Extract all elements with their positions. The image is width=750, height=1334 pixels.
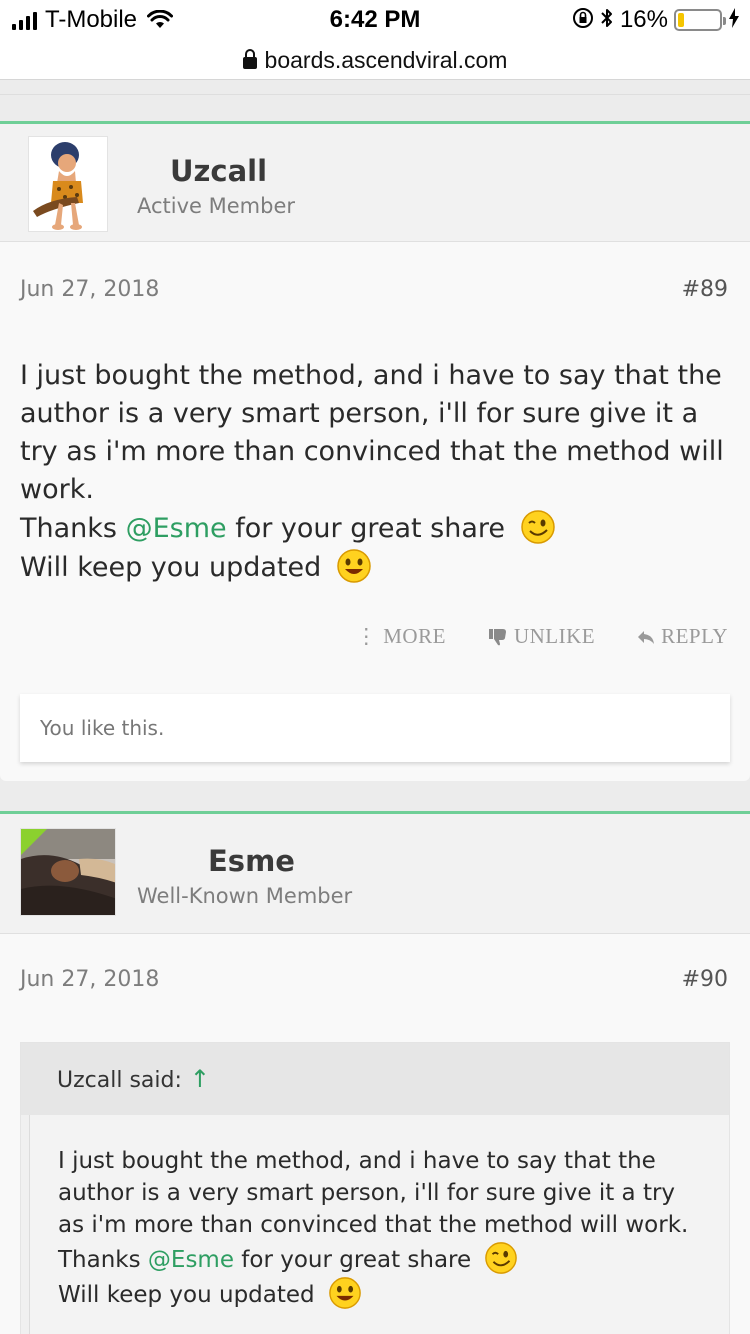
unlike-label: UNLIKE [513, 624, 596, 648]
post-text: for your great share [226, 513, 506, 544]
caveman-avatar-icon[interactable] [28, 136, 108, 232]
battery-icon [674, 9, 726, 31]
reply-arrow-icon [638, 630, 655, 644]
mention-link[interactable]: @Esme [126, 513, 227, 544]
lock-icon [242, 49, 257, 69]
mention-link[interactable]: @Esme [148, 1247, 234, 1273]
post: Esme Well-Known Member Jun 27, 2018 #90 … [0, 811, 750, 1334]
quote-line: Thanks [58, 1247, 148, 1273]
reply-button[interactable]: REPLY [637, 624, 728, 649]
smile-smiley-icon [337, 549, 371, 583]
quote-text: I just bought the method, and i have to … [58, 1145, 698, 1311]
smile-smiley-icon [329, 1277, 361, 1309]
wink-smiley-icon [520, 510, 555, 544]
post-header: Esme Well-Known Member [0, 814, 750, 934]
new-member-flag [21, 829, 47, 855]
profile-photo-avatar[interactable] [20, 828, 116, 916]
page-divider [0, 94, 750, 120]
post-date[interactable]: Jun 27, 2018 [20, 277, 159, 302]
wink-smiley-icon [485, 1242, 518, 1274]
quote-header: Uzcall said: ↑ [21, 1043, 729, 1115]
more-button[interactable]: ⋮ MORE [356, 624, 446, 649]
battery-percent: 16% [619, 6, 668, 33]
quote-block: Uzcall said: ↑ I just bought the method, … [20, 1042, 730, 1334]
status-bar: T-Mobile 6:42 PM 16% [0, 0, 750, 40]
post-body: I just bought the method, and i have to … [20, 357, 732, 587]
unlike-button[interactable]: UNLIKE [488, 624, 595, 649]
post-header: Uzcall Active Member [0, 124, 750, 242]
post-text: I just bought the method, and i have to … [20, 360, 724, 505]
post-text: Thanks [20, 513, 126, 544]
post-number[interactable]: #89 [682, 277, 728, 302]
thumbs-down-icon [488, 628, 506, 645]
post-number[interactable]: #90 [682, 967, 728, 992]
post-text: Will keep you updated [20, 552, 322, 583]
likes-text: You like this. [40, 716, 165, 740]
charging-bolt-icon [728, 7, 740, 33]
user-title: Active Member [137, 194, 296, 218]
jump-to-quote-icon[interactable]: ↑ [190, 1065, 210, 1093]
post-gap [0, 781, 750, 811]
reply-label: REPLY [661, 624, 728, 648]
user-title: Well-Known Member [137, 884, 353, 908]
username[interactable]: Uzcall [170, 154, 267, 188]
quote-line: Will keep you updated [58, 1282, 315, 1308]
page-divider [0, 80, 750, 94]
username[interactable]: Esme [208, 844, 295, 878]
likes-summary: You like this. [20, 694, 730, 762]
quote-line: for your great share [234, 1247, 472, 1273]
post-date[interactable]: Jun 27, 2018 [20, 967, 159, 992]
quote-author: Uzcall said: [57, 1068, 182, 1093]
quote-line: I just bought the method, and i have to … [58, 1148, 689, 1238]
more-label: MORE [383, 624, 446, 648]
more-vertical-icon: ⋮ [355, 624, 378, 648]
rotation-lock-icon [572, 7, 594, 34]
quote-body: I just bought the method, and i have to … [29, 1115, 729, 1334]
bluetooth-icon [600, 7, 614, 34]
url-text: boards.ascendviral.com [264, 47, 508, 73]
post: Uzcall Active Member Jun 27, 2018 #89 I … [0, 121, 750, 781]
post-actions: ⋮ MORE UNLIKE REPLY [356, 624, 728, 649]
address-bar[interactable]: boards.ascendviral.com [0, 40, 750, 80]
